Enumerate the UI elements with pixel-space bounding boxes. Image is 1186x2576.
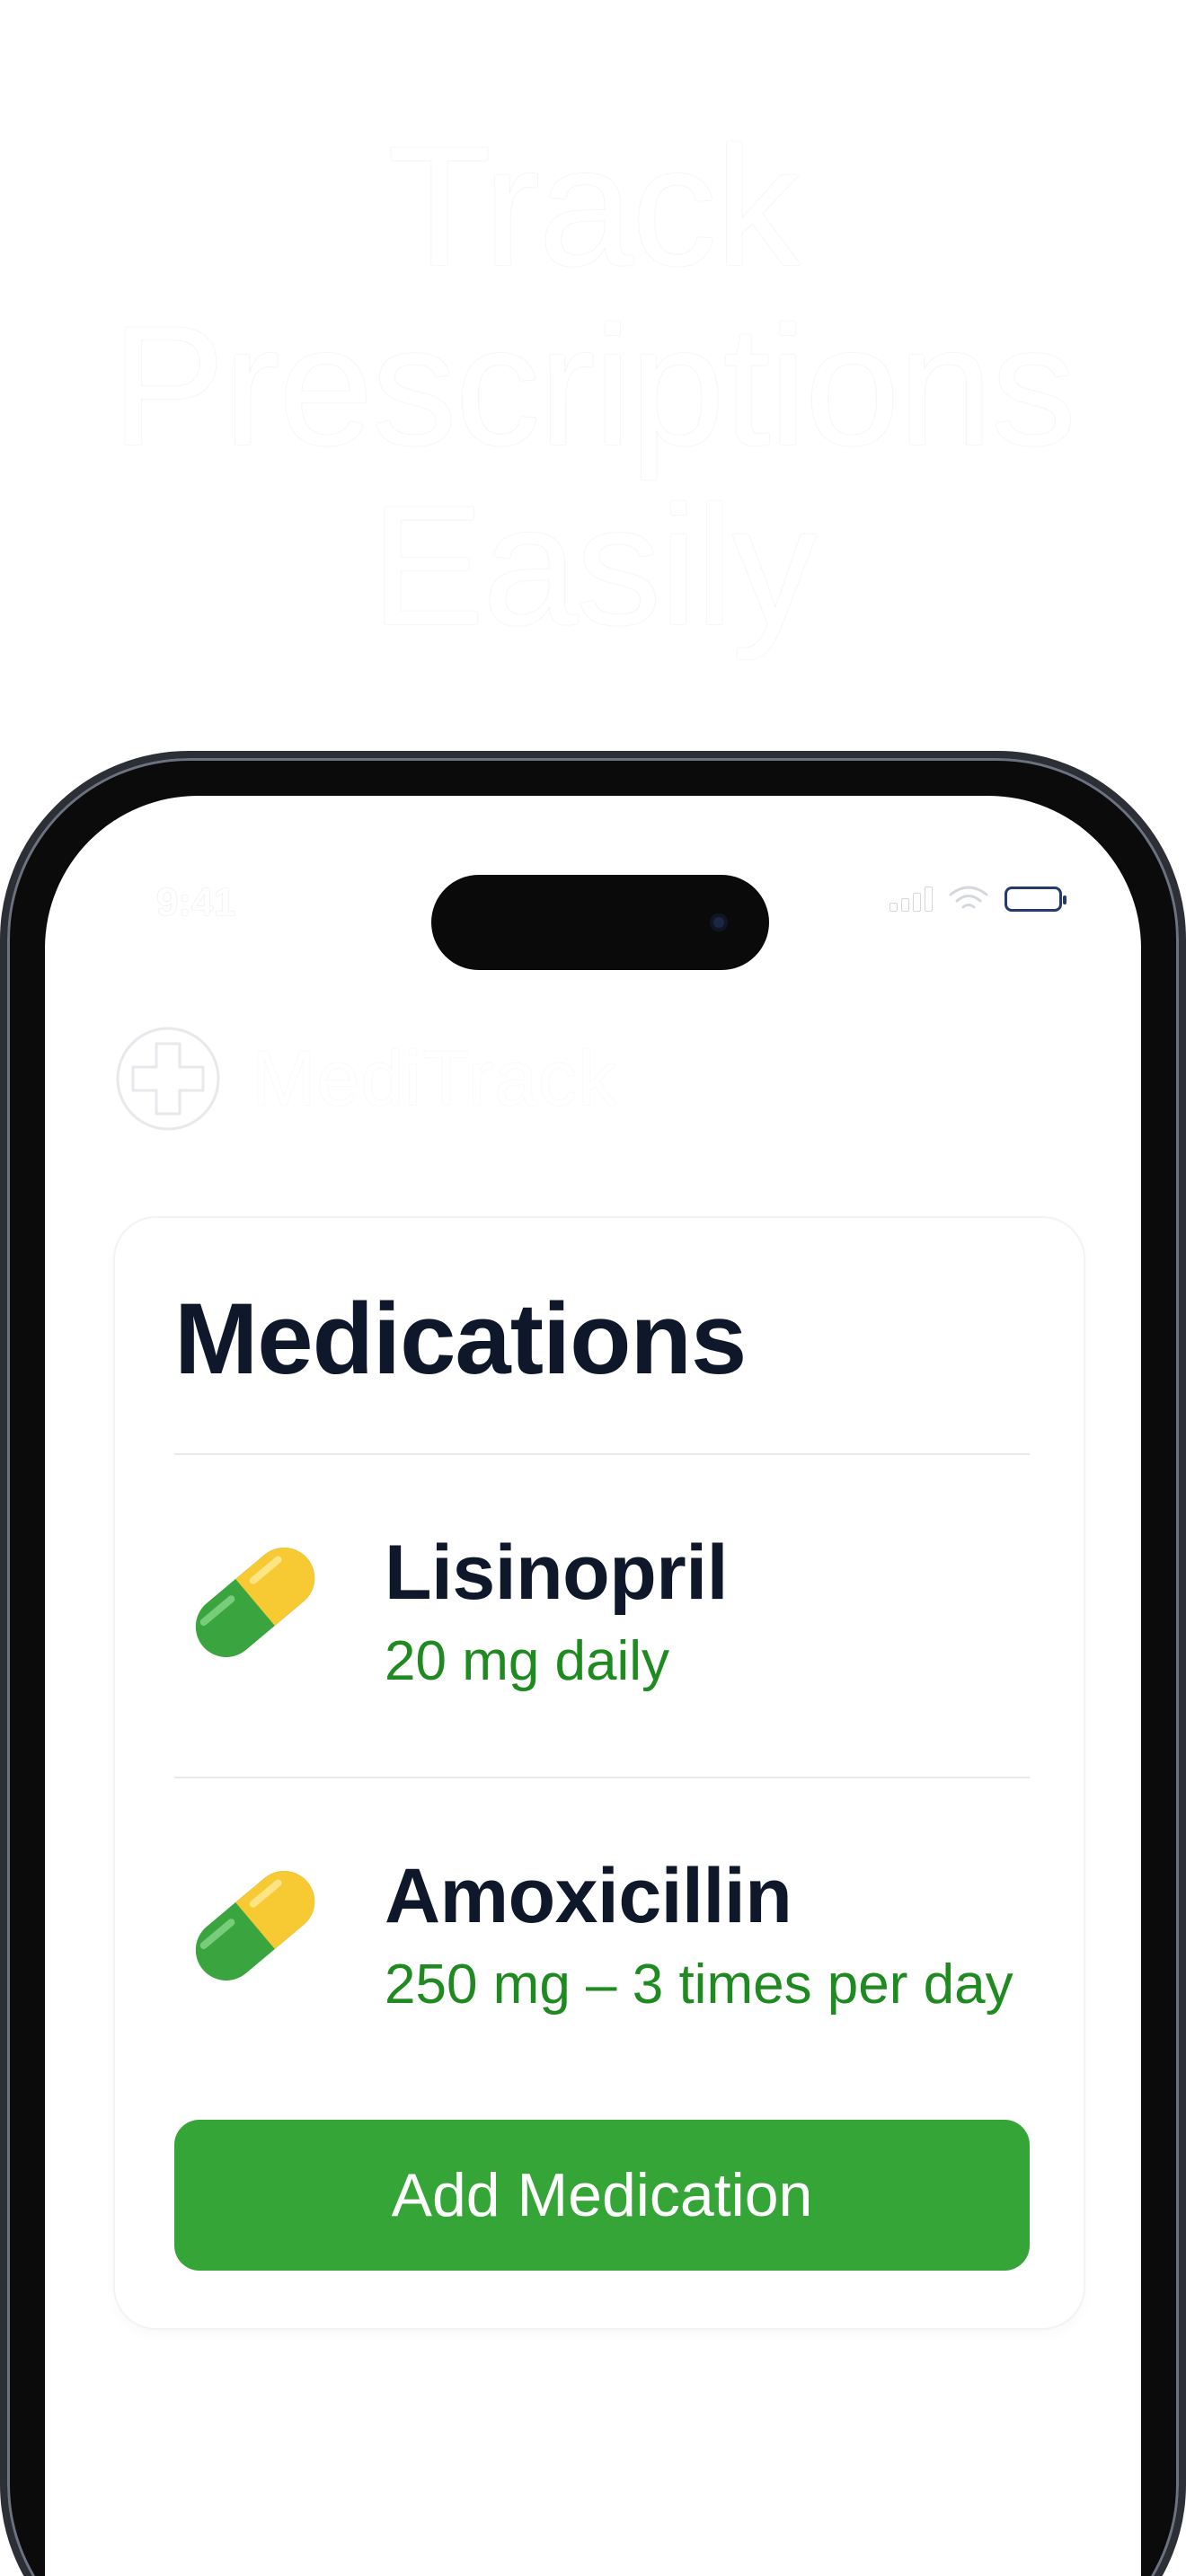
status-time: 9:41 [156, 880, 236, 924]
app-header: MediTrack [115, 1026, 617, 1132]
app-store-screenshot: Track Prescriptions Easily 9:41 MediTrac… [0, 0, 1186, 2576]
headline-line-1: Track [387, 111, 801, 302]
wifi-icon [949, 886, 988, 909]
medication-name: Amoxicillin [385, 1853, 792, 1939]
cellular-signal-icon [890, 887, 933, 912]
dynamic-island [431, 875, 769, 970]
medication-dose: 250 mg – 3 times per day [385, 1954, 1013, 2016]
phone-frame: 9:41 MediTrack Medications Lisinopril 20… [0, 751, 1186, 2576]
headline-line-2: Prescriptions [111, 291, 1076, 481]
medications-card: Medications Lisinopril 20 mg daily Amoxi… [115, 1218, 1084, 2328]
capsule-icon [195, 1871, 315, 1981]
medication-dose: 20 mg daily [385, 1630, 670, 1692]
battery-icon [1005, 887, 1067, 912]
medical-cross-icon [116, 1027, 220, 1131]
add-medication-button[interactable]: Add Medication [174, 2120, 1030, 2271]
headline-line-3: Easily [370, 471, 818, 661]
divider [174, 1453, 1030, 1455]
camera-icon [710, 913, 728, 931]
phone-screen: 9:41 MediTrack Medications Lisinopril 20… [45, 796, 1141, 2576]
app-name: MediTrack [252, 1035, 618, 1122]
marketing-headline: Track Prescriptions Easily [0, 117, 1186, 656]
medication-row[interactable]: Amoxicillin 250 mg – 3 times per day [174, 1782, 1030, 2051]
capsule-icon [195, 1548, 315, 1657]
medication-row[interactable]: Lisinopril 20 mg daily [174, 1459, 1030, 1728]
status-icons [890, 886, 1067, 913]
card-title: Medications [174, 1283, 747, 1395]
divider [174, 1777, 1030, 1778]
medication-name: Lisinopril [385, 1530, 729, 1616]
